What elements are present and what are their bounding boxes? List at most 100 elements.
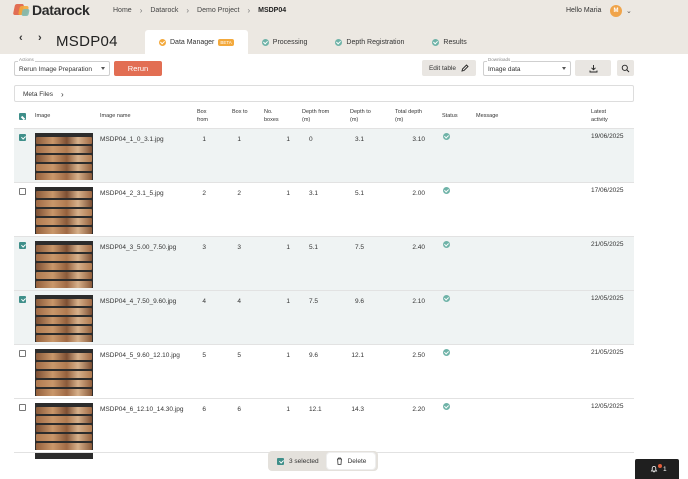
total-depth: 2.40 <box>412 244 425 251</box>
depth-to: 12.1 <box>351 352 364 359</box>
latest-activity: 17/06/2025 <box>591 187 624 194</box>
col-image: Image <box>35 113 51 119</box>
depth-from: 9.6 <box>309 352 319 359</box>
box-from: 1 <box>202 136 206 143</box>
image-name[interactable]: MSDP04_6_12.10_14.30.jpg <box>100 406 183 413</box>
row-checkbox[interactable] <box>19 242 26 249</box>
latest-activity: 12/05/2025 <box>591 403 624 410</box>
image-name[interactable]: MSDP04_3_5.00_7.50.jpg <box>100 244 176 251</box>
check-circle-icon <box>159 38 166 46</box>
delete-label: Delete <box>347 457 367 465</box>
breadcrumb-project[interactable]: Demo Project <box>197 7 239 14</box>
breadcrumb-home[interactable]: Home <box>113 7 132 14</box>
download-icon <box>589 64 597 72</box>
table-row[interactable]: MSDP04_2_3.1_5.jpg 2 2 1 3.1 5.1 2.00 17/06/202… <box>14 183 634 237</box>
tab-processing[interactable]: Processing <box>248 30 322 54</box>
table-row[interactable]: MSDP04_1_0_3.1.jpg 1 1 1 0 3.1 3.10 19/06/2025 <box>14 129 634 183</box>
table-row[interactable]: MSDP04_6_12.10_14.30.jpg 6 6 1 12.1 14.3 2.20 1… <box>14 399 634 453</box>
depth-to: 7.5 <box>354 244 364 251</box>
rerun-button[interactable]: Rerun <box>114 61 162 76</box>
depth-from: 3.1 <box>309 190 319 197</box>
status-ok-icon <box>443 403 450 410</box>
total-depth: 2.00 <box>412 190 425 197</box>
downloads-label: Downloads <box>487 57 512 62</box>
select-all-checkbox[interactable] <box>19 113 26 120</box>
actions-value: Rerun Image Preparation <box>19 65 92 73</box>
trash-icon <box>336 457 342 465</box>
box-from: 3 <box>202 244 206 251</box>
latest-activity: 12/05/2025 <box>591 295 624 302</box>
chevron-right-icon: › <box>247 6 251 15</box>
box-to: 3 <box>237 244 241 251</box>
bell-icon <box>650 466 658 473</box>
row-checkbox[interactable] <box>19 188 26 195</box>
downloads-select[interactable]: Downloads Image data <box>483 57 571 76</box>
user-greeting[interactable]: Hello Maria <box>566 7 601 14</box>
top-bar: Datarock Home › Datarock › Demo Project … <box>0 0 688 22</box>
page-header: ‹ › MSDP04 Data Manager BETA Processing … <box>0 22 688 54</box>
download-button[interactable] <box>575 60 611 76</box>
table-row[interactable]: MSDP04_4_7.50_9.60.jpg 4 4 1 7.5 9.6 2.10 12/05… <box>14 291 634 345</box>
table-row[interactable]: MSDP04_5_9.60_12.10.jpg 5 5 1 9.6 12.1 2.50 21/… <box>14 345 634 399</box>
core-image-thumbnail[interactable] <box>35 133 93 180</box>
chevron-right-icon: › <box>61 89 64 99</box>
tab-label: Depth Registration <box>346 38 405 46</box>
tab-results[interactable]: Results <box>418 30 480 54</box>
box-to: 1 <box>237 136 241 143</box>
image-name[interactable]: MSDP04_4_7.50_9.60.jpg <box>100 298 176 305</box>
beta-badge: BETA <box>218 38 234 46</box>
latest-activity: 21/05/2025 <box>591 349 624 356</box>
row-checkbox[interactable] <box>19 404 26 411</box>
logo[interactable]: Datarock <box>12 2 90 18</box>
selection-checkbox[interactable] <box>277 457 284 465</box>
col-depth-to: Depth to (m) <box>350 109 371 123</box>
core-image-thumbnail[interactable] <box>35 241 93 288</box>
notification-dot <box>658 464 662 468</box>
avatar[interactable]: M <box>610 5 622 17</box>
core-image-thumbnail[interactable] <box>35 295 93 342</box>
core-image-thumbnail[interactable] <box>35 403 93 450</box>
table-row[interactable]: MSDP04_3_5.00_7.50.jpg 3 3 1 5.1 7.5 2.40 21/05… <box>14 237 634 291</box>
box-from: 4 <box>202 298 206 305</box>
row-checkbox[interactable] <box>19 296 26 303</box>
search-icon <box>621 64 630 72</box>
col-box-to: Box to <box>232 109 248 115</box>
forward-arrow-icon[interactable]: › <box>38 32 42 44</box>
col-total-depth: Total depth (m) <box>395 109 422 123</box>
no-boxes: 1 <box>286 298 290 305</box>
total-depth: 2.10 <box>412 298 425 305</box>
no-boxes: 1 <box>286 352 290 359</box>
tab-data-manager[interactable]: Data Manager BETA <box>145 30 248 54</box>
tab-label: Data Manager <box>170 38 215 46</box>
core-image-thumbnail[interactable] <box>35 349 93 396</box>
notifications-button[interactable]: 1 <box>635 459 679 479</box>
status-ok-icon <box>443 187 450 194</box>
check-circle-icon <box>335 38 343 46</box>
row-checkbox[interactable] <box>19 134 26 141</box>
image-name[interactable]: MSDP04_1_0_3.1.jpg <box>100 136 164 143</box>
box-to: 2 <box>237 190 241 197</box>
depth-from: 5.1 <box>309 244 319 251</box>
tab-label: Processing <box>272 38 308 46</box>
chevron-right-icon: › <box>139 6 143 15</box>
depth-to: 14.3 <box>351 406 364 413</box>
edit-table-label: Edit table <box>428 64 457 72</box>
meta-files-toggle[interactable]: Meta Files › <box>14 85 634 102</box>
image-name[interactable]: MSDP04_5_9.60_12.10.jpg <box>100 352 180 359</box>
back-arrow-icon[interactable]: ‹ <box>19 32 23 44</box>
box-to: 6 <box>237 406 241 413</box>
delete-button[interactable]: Delete <box>327 453 375 469</box>
col-image-name: Image name <box>100 113 131 119</box>
latest-activity: 19/06/2025 <box>591 133 624 140</box>
breadcrumb-org[interactable]: Datarock <box>150 7 178 14</box>
chevron-down-icon[interactable]: ⌄ <box>626 7 632 15</box>
tab-depth-registration[interactable]: Depth Registration <box>321 30 418 54</box>
row-checkbox[interactable] <box>19 350 26 357</box>
actions-select[interactable]: Actions Rerun Image Preparation <box>14 57 110 76</box>
col-latest-activity: Latest activity <box>591 109 608 123</box>
no-boxes: 1 <box>286 406 290 413</box>
core-image-thumbnail[interactable] <box>35 187 93 234</box>
search-button[interactable] <box>617 60 634 76</box>
edit-table-button[interactable]: Edit table <box>422 60 476 76</box>
image-name[interactable]: MSDP04_2_3.1_5.jpg <box>100 190 164 197</box>
